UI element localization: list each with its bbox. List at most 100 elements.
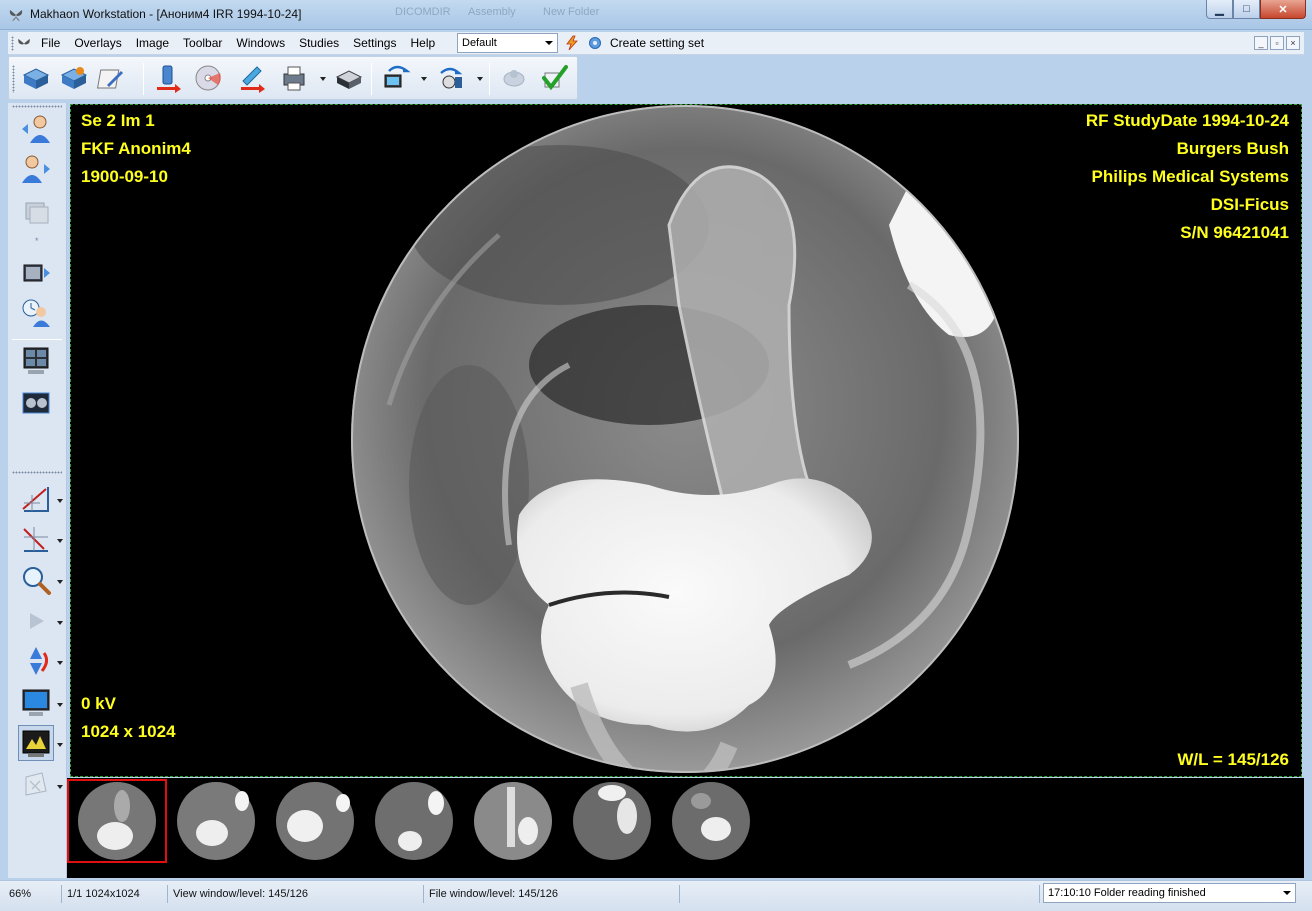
sidebar-gripper[interactable]	[12, 471, 62, 474]
edit-study-button[interactable]	[95, 61, 129, 95]
main-toolbar	[8, 56, 578, 100]
overlay-institution: Burgers Bush	[1176, 139, 1289, 158]
mdi-restore-button[interactable]: ▫	[1270, 36, 1284, 50]
thumbnail-image	[573, 782, 651, 860]
open-study-button[interactable]	[19, 61, 53, 95]
menu-toolbar[interactable]: Toolbar	[176, 32, 229, 55]
export-icon	[241, 66, 265, 93]
print-button[interactable]	[277, 61, 311, 95]
thumbnail-5[interactable]	[464, 780, 562, 862]
export-button[interactable]	[235, 61, 269, 95]
anonymize-icon	[503, 70, 525, 87]
annotation-tool[interactable]	[18, 767, 54, 803]
series-layout-button[interactable]	[18, 193, 54, 229]
next-series-icon	[23, 264, 50, 282]
overlay-series-image: Se 2 Im 1	[81, 111, 155, 130]
chevron-down-icon[interactable]	[477, 77, 483, 81]
chevron-down-icon[interactable]	[57, 580, 63, 584]
film-printer-button[interactable]	[331, 61, 365, 95]
window-level-tool[interactable]	[18, 725, 54, 761]
previous-patient-button[interactable]	[18, 111, 54, 147]
chevron-down-icon[interactable]	[57, 743, 63, 747]
image-viewport[interactable]: Se 2 Im 1 FKF Anonim4 1900-09-10 RF Stud…	[70, 104, 1302, 777]
overlay-matrix: 1024 x 1024	[81, 722, 176, 741]
monitor-grid-icon	[23, 347, 49, 374]
save-study-button[interactable]	[57, 61, 91, 95]
sidebar-gripper[interactable]	[12, 105, 62, 108]
menu-settings[interactable]: Settings	[346, 32, 403, 55]
sidebar-dot: *	[35, 236, 39, 246]
compare-view-button[interactable]	[18, 385, 54, 421]
radiograph-image[interactable]	[349, 105, 1021, 773]
minimize-icon: ▁	[1215, 3, 1224, 16]
display-settings-button[interactable]	[18, 685, 54, 721]
lightning-icon[interactable]	[564, 35, 580, 51]
status-empty-cell	[682, 885, 1040, 903]
network-send-button[interactable]	[379, 61, 413, 95]
chevron-down-icon[interactable]	[320, 77, 326, 81]
chevron-down-icon[interactable]	[57, 621, 63, 625]
preset-select[interactable]: Default	[457, 33, 558, 53]
thumbnail-image	[375, 782, 453, 860]
verify-button[interactable]	[537, 61, 571, 95]
mdi-minimize-button[interactable]: _	[1254, 36, 1268, 50]
thumbnail-4[interactable]	[365, 780, 463, 862]
thumbnail-3[interactable]	[266, 780, 364, 862]
menu-gripper[interactable]	[11, 36, 14, 51]
chevron-down-icon[interactable]	[57, 661, 63, 665]
status-log-select[interactable]: 17:10:10 Folder reading finished	[1043, 883, 1296, 903]
next-patient-button[interactable]	[18, 151, 54, 187]
close-button[interactable]: ✕	[1260, 0, 1306, 19]
overlay-serial: S/N 96421041	[1180, 223, 1289, 242]
rotate-flip-tool[interactable]	[18, 643, 54, 679]
clock-patient-icon	[22, 299, 50, 327]
zoom-tool[interactable]	[18, 562, 54, 598]
background-tab: Assembly	[468, 6, 516, 18]
chevron-down-icon[interactable]	[57, 785, 63, 789]
thumbnail-image	[78, 782, 156, 860]
status-file-window-level: File window/level: 145/126	[426, 885, 680, 903]
menu-file[interactable]: File	[34, 32, 67, 55]
burn-cd-button[interactable]	[191, 61, 225, 95]
maximize-button[interactable]: □	[1233, 0, 1260, 19]
multi-monitor-button[interactable]	[18, 343, 54, 379]
import-button[interactable]	[151, 61, 185, 95]
menu-studies[interactable]: Studies	[292, 32, 346, 55]
toolbar-gripper[interactable]	[12, 65, 15, 93]
menu-bar: File Overlays Image Toolbar Windows Stud…	[8, 32, 1304, 55]
patient-history-button[interactable]	[18, 295, 54, 331]
measure-angle-tool[interactable]	[18, 521, 54, 557]
thumbnail-7[interactable]	[662, 780, 760, 862]
menu-overlays[interactable]: Overlays	[67, 32, 128, 55]
network-query-icon	[440, 67, 463, 89]
chevron-down-icon[interactable]	[57, 703, 63, 707]
menu-image[interactable]: Image	[129, 32, 176, 55]
overlay-patient-name: FKF Anonim4	[81, 139, 191, 158]
play-icon	[30, 613, 44, 629]
mdi-close-button[interactable]: ×	[1286, 36, 1300, 50]
thumbnail-6[interactable]	[563, 780, 661, 862]
gear-icon[interactable]	[587, 35, 603, 51]
cine-play-button[interactable]	[18, 603, 54, 639]
patient-next-icon	[22, 155, 50, 183]
maximize-icon: □	[1243, 3, 1250, 15]
measure-line-tool[interactable]	[18, 481, 54, 517]
thumbnail-1[interactable]	[67, 779, 167, 863]
chevron-down-icon	[1283, 891, 1291, 895]
patient-previous-icon	[22, 115, 50, 143]
checkmark-icon	[542, 65, 568, 91]
annotation-icon	[25, 772, 47, 796]
pencil-page-icon	[97, 69, 123, 89]
chevron-down-icon[interactable]	[57, 499, 63, 503]
menu-windows[interactable]: Windows	[229, 32, 292, 55]
anonymize-button[interactable]	[497, 61, 531, 95]
network-query-button[interactable]	[433, 61, 467, 95]
chevron-down-icon[interactable]	[57, 539, 63, 543]
minimize-button[interactable]: ▁	[1206, 0, 1233, 19]
thumbnail-image	[276, 782, 354, 860]
thumbnail-2[interactable]	[167, 780, 265, 862]
menu-help[interactable]: Help	[403, 32, 442, 55]
create-setting-set-button[interactable]: Create setting set	[610, 32, 704, 55]
chevron-down-icon[interactable]	[421, 77, 427, 81]
next-series-button[interactable]	[18, 255, 54, 291]
